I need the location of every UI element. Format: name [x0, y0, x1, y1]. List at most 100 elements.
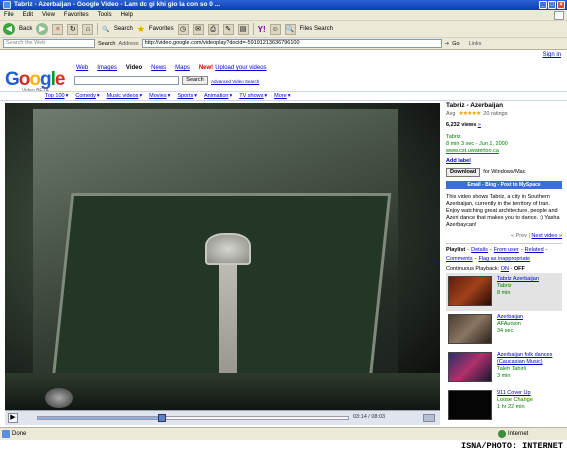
playlist-item-title[interactable]: 911 Cover Up: [497, 390, 533, 397]
playlist-item[interactable]: Azerbaijan AFAunion 34 sec: [446, 311, 562, 349]
video-thumbnail[interactable]: [448, 390, 492, 420]
playlist-item[interactable]: Tabriz Azerbaijan Tabriz 8 min: [446, 273, 562, 311]
favorites-button[interactable]: Favorites: [149, 26, 174, 32]
category-top-100[interactable]: Top 100: [45, 92, 65, 100]
video-player[interactable]: ▶ 03:14 / 08:03: [5, 103, 440, 425]
download-row: Download for Windows/Mac: [446, 168, 562, 177]
web-search-input[interactable]: Search the Web: [3, 39, 95, 48]
back-arrow-icon[interactable]: ◀: [3, 23, 15, 35]
add-label-link[interactable]: Add label: [446, 158, 471, 164]
category-tv-shows[interactable]: TV shows: [239, 92, 263, 100]
progress-bar[interactable]: [37, 414, 349, 422]
prev-video-link[interactable]: « Prev: [511, 233, 527, 239]
tab-maps[interactable]: Maps: [175, 65, 190, 71]
playlist-item-title[interactable]: Azerbaijan: [497, 314, 523, 321]
video-thumbnail[interactable]: [448, 314, 492, 344]
tab-images[interactable]: Images: [97, 65, 117, 71]
playlist-item-title[interactable]: Tabriz Azerbaijan: [497, 276, 539, 283]
go-arrow-icon[interactable]: ➜: [445, 41, 450, 47]
category-comedy[interactable]: Comedy: [75, 92, 95, 100]
menu-file[interactable]: File: [4, 10, 14, 20]
from-user-link[interactable]: From user: [494, 247, 519, 254]
category-more[interactable]: More: [274, 92, 287, 100]
playlist-item[interactable]: 911 Cover Up Loose Change 1 hr 22 min: [446, 387, 562, 425]
play-icon[interactable]: ▶: [8, 413, 18, 423]
go-button[interactable]: Go: [452, 41, 459, 47]
dropdown-arrow-icon[interactable]: ▾: [66, 92, 69, 100]
next-video-link[interactable]: Next video »: [531, 233, 562, 239]
dropdown-arrow-icon[interactable]: ▾: [264, 92, 267, 100]
volume-icon[interactable]: [423, 414, 435, 422]
video-frame[interactable]: [5, 103, 440, 410]
refresh-icon[interactable]: ↻: [67, 23, 79, 35]
mail-icon[interactable]: ✉: [192, 23, 204, 35]
close-button[interactable]: ×: [557, 1, 565, 9]
menu-tools[interactable]: Tools: [98, 10, 112, 20]
category-movies[interactable]: Movies: [149, 92, 166, 100]
files-search-icon[interactable]: 🔍: [284, 23, 296, 35]
dropdown-arrow-icon[interactable]: ▾: [288, 92, 291, 100]
address-input[interactable]: http://video.google.com/videoplay?docid=…: [141, 39, 442, 48]
upload-videos-link[interactable]: Upload your videos: [215, 65, 266, 71]
home-icon[interactable]: ⌂: [82, 23, 94, 35]
continuous-off-toggle[interactable]: OFF: [514, 266, 525, 272]
pavilion-shape: [205, 233, 251, 265]
discuss-icon[interactable]: ▤: [237, 23, 249, 35]
star-rating-icon[interactable]: ★★★★★: [458, 111, 481, 118]
comments-link[interactable]: Comments: [446, 256, 473, 263]
details-link[interactable]: Details: [471, 247, 488, 254]
edit-icon[interactable]: ✎: [222, 23, 234, 35]
continuous-on-toggle[interactable]: ON: [501, 266, 509, 272]
flag-link[interactable]: Flag as inappropriate: [478, 256, 530, 263]
video-thumbnail[interactable]: [448, 276, 492, 306]
menu-bar: File Edit View Favorites Tools Help: [0, 10, 567, 21]
favorites-star-icon[interactable]: ★: [137, 24, 145, 35]
dropdown-arrow-icon[interactable]: ▾: [168, 92, 171, 100]
menu-edit[interactable]: Edit: [23, 10, 33, 20]
advanced-search-link[interactable]: Advanced Video Search: [211, 79, 259, 84]
minimize-button[interactable]: _: [539, 1, 547, 9]
search-button[interactable]: Search: [114, 26, 133, 32]
print-icon[interactable]: ⎙: [207, 23, 219, 35]
address-row: Search the Web Search Address http://vid…: [0, 38, 567, 50]
views-arrow-icon[interactable]: »: [478, 122, 481, 128]
menu-help[interactable]: Help: [121, 10, 133, 20]
menu-favorites[interactable]: Favorites: [64, 10, 89, 20]
dropdown-arrow-icon[interactable]: ▾: [229, 92, 232, 100]
video-search-input[interactable]: [74, 76, 179, 85]
playlist-item-title[interactable]: Azerbaijan folk dances (Caucasian Music): [497, 352, 560, 366]
back-button[interactable]: Back: [19, 26, 32, 32]
search-icon[interactable]: 🔍: [102, 26, 109, 33]
category-music-videos[interactable]: Music videos: [107, 92, 139, 100]
web-search-button[interactable]: Search: [98, 41, 115, 47]
tab-news[interactable]: News: [151, 65, 166, 71]
globe-icon: [498, 430, 506, 438]
sign-in-link[interactable]: Sign in: [543, 52, 561, 58]
category-animation[interactable]: Animation: [204, 92, 228, 100]
tab-web[interactable]: Web: [76, 65, 88, 71]
yahoo-icon[interactable]: Y!: [258, 25, 266, 34]
history-icon[interactable]: ◷: [177, 23, 189, 35]
google-video-logo[interactable]: Google: [5, 70, 65, 89]
dropdown-arrow-icon[interactable]: ▾: [194, 92, 197, 100]
related-link[interactable]: Related: [525, 247, 544, 254]
dropdown-arrow-icon[interactable]: ▾: [97, 92, 100, 100]
links-label[interactable]: Links: [469, 41, 482, 47]
video-source-url[interactable]: www.cst.uwaterloo.ca: [446, 148, 562, 155]
progress-handle[interactable]: [158, 414, 166, 422]
download-button[interactable]: Download: [446, 168, 481, 177]
forward-arrow-icon[interactable]: ▶: [36, 23, 49, 35]
category-sports[interactable]: Sports: [177, 92, 193, 100]
video-thumbnail[interactable]: [448, 352, 492, 382]
stop-icon[interactable]: ×: [52, 23, 64, 35]
files-search-button[interactable]: Files Search: [300, 26, 333, 32]
playlist-item[interactable]: Azerbaijan folk dances (Caucasian Music)…: [446, 349, 562, 387]
maximize-button[interactable]: □: [548, 1, 556, 9]
share-bar[interactable]: Email - Blog - Post to MySpace: [446, 181, 562, 189]
messenger-icon[interactable]: ☺: [269, 23, 281, 35]
dropdown-arrow-icon[interactable]: ▾: [139, 92, 142, 100]
video-channel[interactable]: Tabriz: [446, 134, 562, 141]
video-search-button[interactable]: Search: [182, 76, 208, 85]
menu-view[interactable]: View: [42, 10, 55, 20]
window-title-bar: Tabriz - Azerbaijan - Google Video - Lam…: [0, 0, 567, 10]
